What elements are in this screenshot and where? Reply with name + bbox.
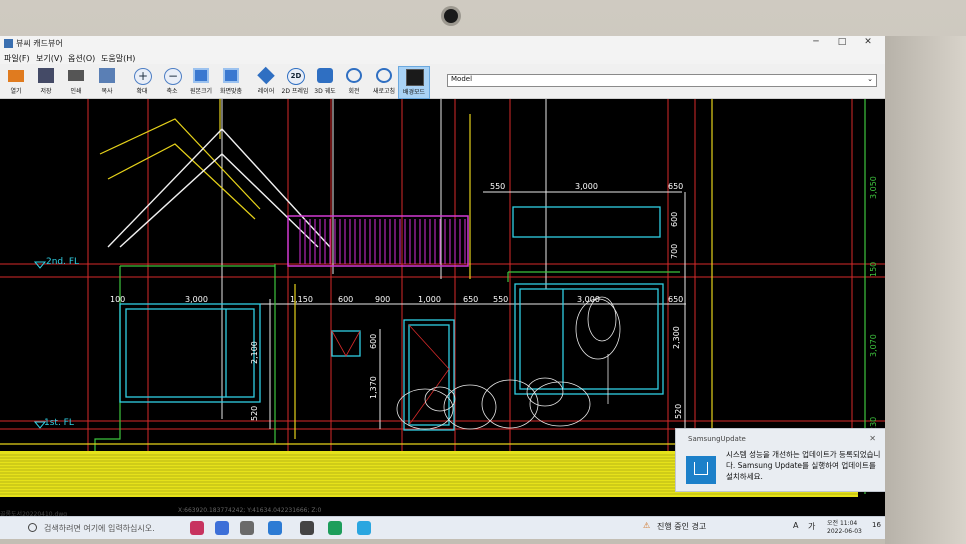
app-icon	[4, 39, 13, 48]
close-icon[interactable]: ✕	[869, 434, 876, 443]
notification-count[interactable]: 16	[872, 521, 881, 529]
model-select-value: Model	[451, 75, 473, 83]
screen: 뷰씨 캐드뷰어 ─ □ ✕ 파일(F) 보기(V) 옵션(O) 도움말(H) 열…	[0, 36, 885, 539]
dim-text: 650	[668, 295, 683, 304]
warning-icon[interactable]: ⚠	[643, 521, 650, 530]
menu-options[interactable]: 옵션(O)	[68, 53, 95, 64]
copy-button[interactable]: 복사	[92, 66, 122, 97]
2d-frame-icon: 2D	[287, 68, 305, 85]
dim-text: 600	[369, 334, 378, 349]
ime-indicator[interactable]: A	[793, 521, 798, 530]
taskbar-search[interactable]: 검색하려면 여기에 입력하십시오.	[22, 520, 172, 536]
floor-2-label: 2nd. FL	[46, 257, 79, 267]
dim-text: 520	[250, 406, 259, 421]
fit-screen-icon	[223, 68, 239, 83]
dim-text: 3,050	[869, 176, 878, 199]
alert-text[interactable]: 진행 중인 경고	[657, 521, 706, 532]
dim-text: 3,000	[185, 295, 208, 304]
menu-file[interactable]: 파일(F)	[4, 53, 30, 64]
window-swing	[331, 324, 450, 426]
status-bar: 골롬도서20220410.dwg X:663920.183774242; Y:4…	[0, 506, 885, 518]
dim-text: 2,100	[250, 341, 259, 364]
dim-text: 600	[670, 212, 679, 227]
chevron-down-icon: ⌄	[867, 75, 873, 83]
dimension-texts: 550 3,000 650 100 3,000 1,150 600 900 1,…	[110, 182, 683, 421]
app-icon-2[interactable]	[215, 521, 229, 535]
app-icon-3[interactable]	[240, 521, 254, 535]
print-icon	[68, 70, 84, 81]
rotate-icon	[346, 68, 362, 83]
floor-1-label: 1st. FL	[44, 418, 74, 428]
webcam	[444, 9, 458, 23]
dim-text: 550	[493, 295, 508, 304]
dim-text: 2,300	[672, 326, 681, 349]
app-icon-5[interactable]	[300, 521, 314, 535]
dim-text: 520	[674, 404, 683, 419]
lang-indicator[interactable]: 가	[808, 521, 815, 532]
dim-text: 100	[110, 295, 125, 304]
dim-text: 900	[375, 295, 390, 304]
minimize-button[interactable]: ─	[803, 37, 829, 47]
download-icon	[686, 456, 716, 484]
app-icon-7[interactable]	[357, 521, 371, 535]
desk-background	[885, 36, 966, 544]
gable-roof	[107, 127, 331, 248]
dim-text: 150	[869, 262, 878, 277]
windows-taskbar: 검색하려면 여기에 입력하십시오. ⚠ 진행 중인 경고 A 가 오전 11:0…	[0, 516, 885, 539]
title-bar: 뷰씨 캐드뷰어 ─ □ ✕	[0, 36, 885, 51]
clock-time[interactable]: 오전 11:04	[827, 518, 857, 527]
railing-bars	[299, 219, 466, 264]
shrubbery	[396, 296, 621, 430]
search-icon	[28, 523, 37, 532]
menu-view[interactable]: 보기(V)	[36, 53, 62, 64]
dim-text: 1,150	[290, 295, 313, 304]
save-icon	[38, 68, 54, 83]
close-button[interactable]: ✕	[855, 37, 881, 47]
dim-text: 3,000	[577, 295, 600, 304]
model-select[interactable]: Model ⌄	[447, 74, 877, 87]
copy-icon	[99, 68, 115, 83]
dim-text: 600	[338, 295, 353, 304]
dim-text: 1,370	[369, 376, 378, 399]
floor-markers: 2nd. FL 1st. FL	[33, 257, 79, 429]
folder-open-icon	[8, 70, 24, 82]
zoom-out-icon: −	[164, 68, 182, 85]
windows	[119, 206, 664, 431]
search-placeholder: 검색하려면 여기에 입력하십시오.	[44, 524, 155, 533]
app-icon-6[interactable]	[328, 521, 342, 535]
dim-text: 650	[463, 295, 478, 304]
refresh-icon	[376, 68, 392, 83]
original-size-icon	[193, 68, 209, 83]
background-mode-icon	[406, 69, 424, 86]
window-title: 뷰씨 캐드뷰어	[16, 39, 63, 48]
maximize-button[interactable]: □	[829, 37, 855, 47]
dim-text: 700	[670, 244, 679, 259]
app-icon-4[interactable]	[268, 521, 282, 535]
dim-text: 3,000	[575, 182, 598, 191]
background-mode-button[interactable]: 배경모드	[398, 66, 430, 99]
app-icon-1[interactable]	[190, 521, 204, 535]
clock-date[interactable]: 2022-06-03	[827, 528, 862, 535]
toast-message: 시스템 성능을 개선하는 업데이트가 등록되었습니다. Samsung Upda…	[726, 450, 881, 481]
dim-text: 3,070	[869, 334, 878, 357]
dim-text: 650	[668, 182, 683, 191]
samsung-update-toast[interactable]: SamsungUpdate ✕ 시스템 성능을 개선하는 업데이트가 등록되었습…	[675, 428, 885, 492]
coordinate-readout: X:663920.183774242; Y:41634.042231666; Z…	[178, 507, 322, 514]
toast-app-name: SamsungUpdate	[688, 435, 746, 443]
3d-orbit-icon	[317, 68, 333, 83]
dim-text: 550	[490, 182, 505, 191]
zoom-in-icon: +	[134, 68, 152, 85]
level-texts: 3,050 150 3,070 230	[869, 176, 878, 432]
menu-bar: 파일(F) 보기(V) 옵션(O) 도움말(H)	[0, 51, 885, 64]
dim-text: 1,000	[418, 295, 441, 304]
layers-icon	[257, 66, 275, 85]
menu-help[interactable]: 도움말(H)	[101, 53, 135, 64]
fit-screen-button[interactable]: 화면맞춤	[216, 66, 246, 97]
